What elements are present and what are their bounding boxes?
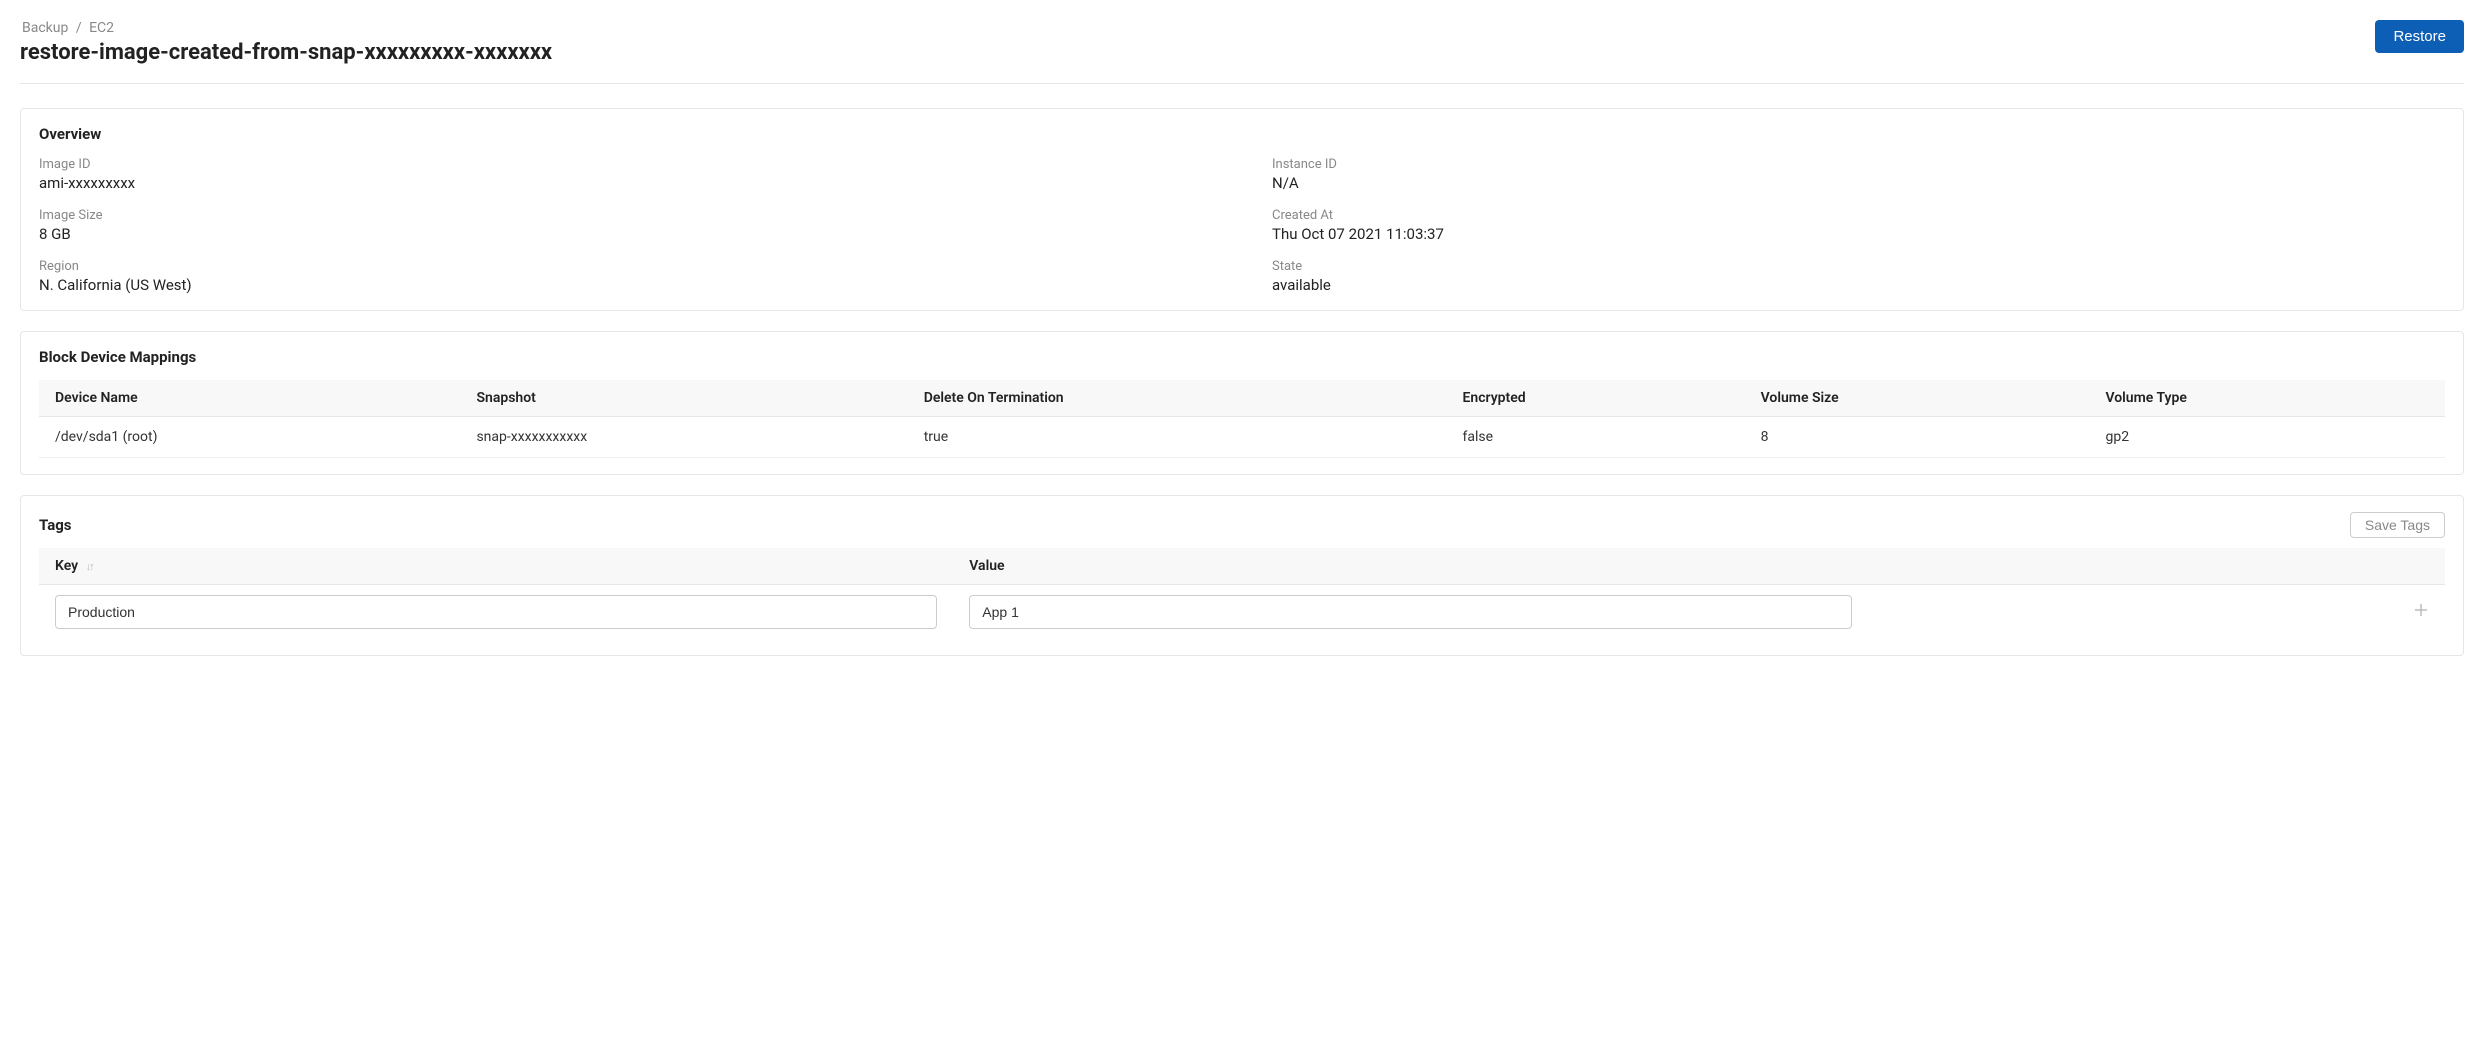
tags-title: Tags bbox=[39, 516, 72, 534]
image-size-label: Image Size bbox=[39, 208, 1212, 223]
header-snapshot[interactable]: Snapshot bbox=[460, 380, 907, 417]
cell-encrypted: false bbox=[1447, 417, 1745, 458]
tags-row bbox=[39, 585, 2445, 640]
region-value: N. California (US West) bbox=[39, 276, 1212, 294]
image-id-value: ami-xxxxxxxxx bbox=[39, 174, 1212, 192]
tags-card: Tags Save Tags Key ↓↑ Value bbox=[20, 495, 2464, 656]
overview-instance-id: Instance ID N/A bbox=[1272, 157, 2445, 192]
instance-id-value: N/A bbox=[1272, 174, 2445, 192]
header-volume-size[interactable]: Volume Size bbox=[1745, 380, 2090, 417]
header-encrypted[interactable]: Encrypted bbox=[1447, 380, 1745, 417]
tags-table: Key ↓↑ Value bbox=[39, 548, 2445, 639]
overview-image-size: Image Size 8 GB bbox=[39, 208, 1212, 243]
header-delete-on-termination[interactable]: Delete On Termination bbox=[908, 380, 1447, 417]
cell-volume-type: gp2 bbox=[2089, 417, 2445, 458]
header-device-name[interactable]: Device Name bbox=[39, 380, 460, 417]
restore-button[interactable]: Restore bbox=[2375, 20, 2464, 53]
region-label: Region bbox=[39, 259, 1212, 274]
block-device-card: Block Device Mappings Device Name Snapsh… bbox=[20, 331, 2464, 475]
state-label: State bbox=[1272, 259, 2445, 274]
image-size-value: 8 GB bbox=[39, 225, 1212, 243]
cell-volume-size: 8 bbox=[1745, 417, 2090, 458]
header-volume-type[interactable]: Volume Type bbox=[2089, 380, 2445, 417]
tags-header-key-label: Key bbox=[55, 558, 78, 574]
breadcrumb: Backup / EC2 bbox=[20, 20, 552, 36]
cell-device-name: /dev/sda1 (root) bbox=[39, 417, 460, 458]
overview-state: State available bbox=[1272, 259, 2445, 294]
overview-created-at: Created At Thu Oct 07 2021 11:03:37 bbox=[1272, 208, 2445, 243]
cell-delete-on-termination: true bbox=[908, 417, 1447, 458]
state-value: available bbox=[1272, 276, 2445, 294]
overview-title: Overview bbox=[39, 125, 2445, 143]
breadcrumb-backup[interactable]: Backup bbox=[22, 20, 68, 36]
block-device-table: Device Name Snapshot Delete On Terminati… bbox=[39, 380, 2445, 458]
page-title: restore-image-created-from-snap-xxxxxxxx… bbox=[20, 40, 552, 65]
overview-region: Region N. California (US West) bbox=[39, 259, 1212, 294]
table-row: /dev/sda1 (root) snap-xxxxxxxxxxx true f… bbox=[39, 417, 2445, 458]
image-id-label: Image ID bbox=[39, 157, 1212, 172]
created-at-label: Created At bbox=[1272, 208, 2445, 223]
header-left: Backup / EC2 restore-image-created-from-… bbox=[20, 20, 552, 65]
breadcrumb-separator: / bbox=[76, 20, 82, 36]
plus-icon[interactable] bbox=[2413, 602, 2429, 623]
overview-image-id: Image ID ami-xxxxxxxxx bbox=[39, 157, 1212, 192]
tag-key-input[interactable] bbox=[55, 595, 937, 629]
sort-icon: ↓↑ bbox=[86, 560, 93, 573]
tags-header-key[interactable]: Key ↓↑ bbox=[39, 548, 953, 585]
instance-id-label: Instance ID bbox=[1272, 157, 2445, 172]
overview-card: Overview Image ID ami-xxxxxxxxx Instance… bbox=[20, 108, 2464, 311]
tags-header-value[interactable]: Value bbox=[953, 548, 1867, 585]
block-device-title: Block Device Mappings bbox=[39, 348, 2445, 366]
created-at-value: Thu Oct 07 2021 11:03:37 bbox=[1272, 225, 2445, 243]
tag-value-input[interactable] bbox=[969, 595, 1851, 629]
save-tags-button[interactable]: Save Tags bbox=[2350, 512, 2445, 538]
cell-snapshot: snap-xxxxxxxxxxx bbox=[460, 417, 907, 458]
breadcrumb-ec2[interactable]: EC2 bbox=[89, 20, 114, 36]
